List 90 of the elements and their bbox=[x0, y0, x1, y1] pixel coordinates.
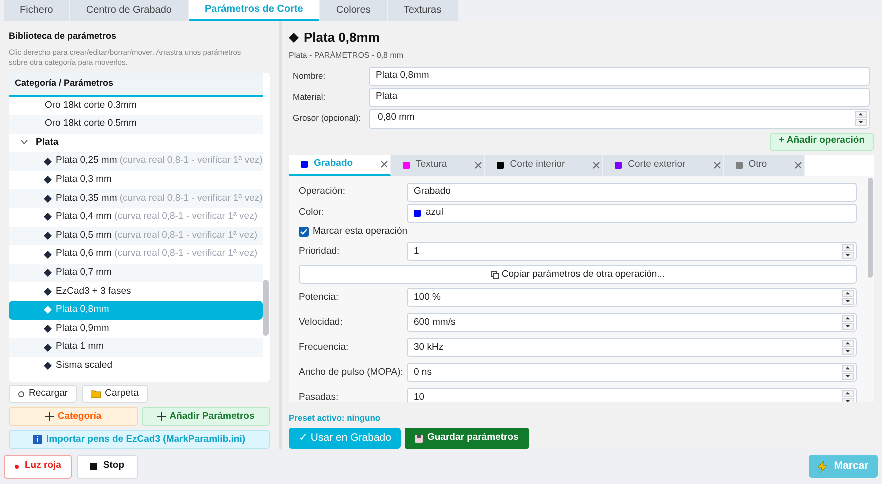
tree-item[interactable]: Oro 18kt corte 0.5mm bbox=[9, 115, 263, 134]
diamond-icon bbox=[44, 324, 52, 333]
lightning-icon bbox=[818, 460, 828, 472]
operation-tab[interactable]: Otro bbox=[724, 154, 806, 176]
diamond-icon bbox=[44, 232, 52, 240]
tree-header: Categoría / Parámetros bbox=[9, 72, 263, 96]
tree-item[interactable]: Plata 0,7 mm bbox=[9, 264, 263, 282]
diamond-icon bbox=[44, 288, 52, 296]
diamond-icon bbox=[44, 213, 52, 222]
tree-item[interactable]: Plata 1 mm bbox=[9, 338, 263, 357]
panel-title: Biblioteca de parámetros bbox=[9, 30, 118, 43]
spin-arrows-icon[interactable] bbox=[842, 390, 854, 402]
close-icon[interactable] bbox=[795, 162, 802, 169]
number-field[interactable]: 10 bbox=[407, 388, 857, 402]
main-tab[interactable]: Fichero bbox=[4, 0, 70, 21]
diamond-icon bbox=[44, 194, 52, 203]
field-label: Grosor (opcional): bbox=[293, 112, 362, 125]
diamond-icon bbox=[44, 250, 52, 259]
field-label: Potencia: bbox=[299, 290, 340, 305]
text-field[interactable]: Plata bbox=[369, 88, 870, 107]
main-tab[interactable]: Centro de Grabado bbox=[70, 0, 188, 21]
info-icon bbox=[33, 435, 42, 444]
spin-arrows-icon[interactable] bbox=[842, 290, 854, 306]
diamond-icon bbox=[44, 306, 52, 314]
text-field[interactable]: Grabado bbox=[407, 182, 857, 202]
tree-category[interactable]: Plata bbox=[9, 134, 263, 152]
number-field[interactable]: 0 ns bbox=[407, 363, 857, 382]
main-tab[interactable]: Texturas bbox=[388, 0, 458, 21]
dot-icon bbox=[15, 464, 19, 468]
add-operation-button[interactable]: + Añadir operación bbox=[770, 132, 874, 150]
field-label: Ancho de pulso (MOPA): bbox=[299, 366, 404, 380]
copy-icon bbox=[490, 270, 499, 279]
close-icon[interactable] bbox=[381, 160, 388, 168]
chevron-icon bbox=[21, 140, 28, 146]
preset-subtitle: Plata - PARÁMETROS - 0,8 mm bbox=[289, 50, 405, 62]
diamond-icon bbox=[44, 362, 52, 370]
text-field[interactable]: Plata 0,8mm bbox=[369, 67, 870, 86]
field-label: Nombre: bbox=[293, 70, 327, 83]
folder-button[interactable]: Carpeta bbox=[82, 385, 148, 404]
field-label: Pasadas: bbox=[299, 390, 340, 402]
scrollbar-thumb[interactable] bbox=[868, 178, 873, 278]
refresh-icon bbox=[18, 390, 25, 398]
main-tab[interactable]: Colores bbox=[320, 0, 387, 21]
stop-button[interactable]: Stop bbox=[77, 454, 138, 478]
color-field[interactable]: azul bbox=[407, 204, 857, 223]
close-icon[interactable] bbox=[593, 162, 600, 169]
field-label: Prioridad: bbox=[299, 244, 341, 259]
number-field[interactable]: 100 % bbox=[407, 288, 857, 308]
tree-item[interactable]: Plata 0,25 mm (curva real 0,8-1 - verificar 1ª vez) bbox=[9, 152, 263, 171]
save-parameters-button[interactable]: Guardar parámetros bbox=[405, 428, 529, 449]
field-label: Velocidad: bbox=[299, 316, 344, 330]
diamond-icon bbox=[44, 269, 52, 278]
number-field[interactable]: 30 kHz bbox=[407, 338, 857, 358]
close-icon[interactable] bbox=[714, 162, 721, 169]
tree-item[interactable]: Plata 0,5 mm (curva real 0,8-1 - verificar 1ª vez) bbox=[9, 226, 263, 246]
checkbox-label: Marcar esta operación bbox=[313, 224, 408, 239]
close-icon[interactable] bbox=[475, 162, 482, 169]
move-icon bbox=[156, 412, 166, 422]
add-parameters-button[interactable]: Añadir Parámetros bbox=[142, 407, 270, 426]
operation-tab[interactable]: Corte interior bbox=[485, 154, 604, 176]
number-field[interactable]: 1 bbox=[407, 242, 857, 262]
reload-button[interactable]: Recargar bbox=[9, 385, 78, 404]
save-icon bbox=[415, 434, 424, 442]
field-label: Color: bbox=[299, 206, 326, 220]
diamond-icon bbox=[44, 176, 52, 184]
field-label: Frecuencia: bbox=[299, 340, 350, 355]
operation-tab[interactable]: Textura bbox=[391, 154, 486, 176]
number-field[interactable]: 600 mm/s bbox=[407, 313, 857, 332]
text-field[interactable]: 0,80 mm bbox=[369, 108, 870, 128]
checkbox[interactable] bbox=[299, 227, 309, 238]
field-label: Material: bbox=[293, 91, 327, 104]
scrollbar-thumb[interactable] bbox=[263, 280, 270, 336]
spin-arrows-icon[interactable] bbox=[842, 315, 854, 330]
folder-icon bbox=[91, 390, 102, 398]
operation-tab[interactable]: Corte exterior bbox=[603, 154, 724, 176]
tree-item[interactable]: Plata 0,35 mm (curva real 0,8-1 - verificar 1ª vez) bbox=[9, 189, 263, 208]
preset-title: Plata 0,8mm bbox=[304, 29, 380, 47]
stop-icon bbox=[90, 463, 98, 470]
spin-arrows-icon[interactable] bbox=[855, 111, 867, 126]
spin-arrows-icon[interactable] bbox=[842, 340, 854, 356]
spin-arrows-icon[interactable] bbox=[842, 244, 854, 260]
spin-arrows-icon[interactable] bbox=[842, 365, 854, 380]
field-label: Operación: bbox=[299, 185, 346, 200]
laser-pointer-button[interactable]: Luz roja bbox=[4, 454, 72, 478]
move-icon bbox=[44, 412, 54, 422]
diamond-icon bbox=[44, 158, 52, 166]
diamond-icon bbox=[44, 344, 52, 352]
preset-status: Preset activo: ninguno bbox=[289, 412, 382, 425]
diamond-icon bbox=[289, 32, 299, 43]
copy-parameters-button[interactable]: Copiar parámetros de otra operación... bbox=[299, 265, 857, 284]
